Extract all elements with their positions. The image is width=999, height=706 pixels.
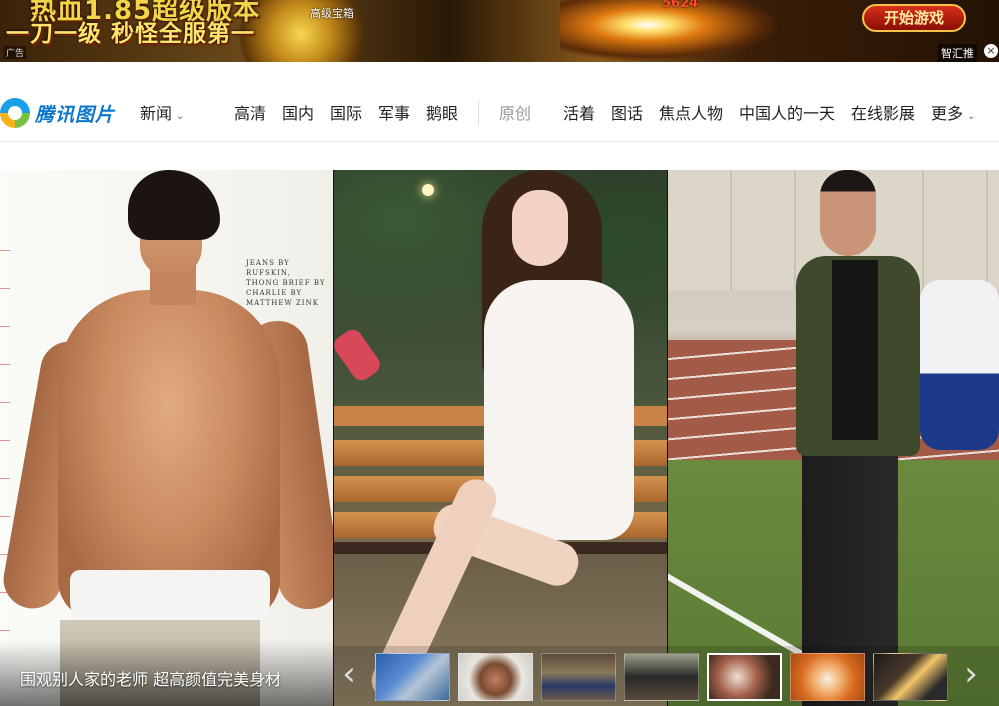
gallery-photo-model[interactable]: JEANS BY RUFSKIN, THONG BRIEF BY CHARLIE…	[0, 170, 333, 706]
nav-item-military[interactable]: 军事	[378, 104, 410, 124]
start-game-button[interactable]: 开始游戏	[862, 4, 966, 32]
ad-headline-main: 一刀一级 秒怪全服第一	[6, 21, 256, 47]
photo-credit-text: JEANS BY RUFSKIN, THONG BRIEF BY CHARLIE…	[246, 259, 326, 307]
nav-news-dropdown[interactable]: 新闻 ⌄	[140, 104, 184, 127]
thumbnail-6[interactable]	[790, 653, 865, 701]
nav-news-label: 新闻	[140, 104, 173, 123]
nav-item-a-day-in-china[interactable]: 中国人的一天	[739, 104, 835, 124]
site-logo[interactable]: 腾讯图片	[0, 98, 115, 128]
photo-shape	[128, 170, 220, 240]
nav-item-goose-eye[interactable]: 鹅眼	[426, 104, 458, 124]
thumbnail-3[interactable]	[541, 653, 616, 701]
main-nav: 腾讯图片 新闻 ⌄ 高清 国内 国际 军事 鹅眼 原创 活着 图话 焦点人物 中国…	[0, 62, 999, 142]
nav-item-alive[interactable]: 活着	[563, 104, 595, 124]
nav-item-original[interactable]: 原创	[499, 104, 531, 124]
nav-divider	[478, 100, 479, 126]
thumbnail-5-active[interactable]	[707, 653, 782, 701]
gallery-photo-track-teacher[interactable]	[668, 170, 999, 706]
nav-more-label: 更多	[931, 104, 964, 123]
ad-close-icon[interactable]: ×	[984, 44, 998, 58]
treasure-label: 高级宝箱	[310, 7, 354, 20]
gallery-caption[interactable]: 围观别人家的老师 超高颜值完美身材	[20, 666, 281, 690]
thumbnail-7[interactable]	[873, 653, 948, 701]
photo-shape	[512, 190, 568, 266]
thumbnail-2[interactable]	[458, 653, 533, 701]
photo-shape	[820, 170, 876, 256]
nav-more-dropdown[interactable]: 更多 ⌄	[931, 104, 975, 127]
chevron-down-icon: ⌄	[176, 111, 185, 122]
ad-tag: 广告	[4, 46, 27, 59]
nav-item-photo-talk[interactable]: 图话	[611, 104, 643, 124]
gallery-photo-bench-girl[interactable]	[334, 170, 667, 706]
nav-item-hd[interactable]: 高清	[234, 104, 266, 124]
nav-item-online-exhibition[interactable]: 在线影展	[851, 104, 915, 124]
photo-shape	[422, 184, 434, 196]
damage-number: 5624	[662, 0, 699, 11]
thumbnail-4[interactable]	[624, 653, 699, 701]
ad-banner[interactable]: 热血1.85超级版本 一刀一级 秒怪全服第一 广告 高级宝箱 5624 开始游戏…	[0, 0, 999, 62]
photo-gallery: JEANS BY RUFSKIN, THONG BRIEF BY CHARLIE…	[0, 170, 999, 706]
photo-shape	[484, 280, 634, 540]
photo-shape	[920, 280, 999, 450]
chevron-down-icon: ⌄	[967, 111, 976, 122]
ad-brand-label: 智汇推	[938, 44, 977, 62]
photo-shape	[832, 260, 878, 440]
chevron-left-icon[interactable]: ‹	[334, 654, 364, 698]
logo-text: 腾讯图片	[35, 103, 116, 126]
thumbnail-1[interactable]	[375, 653, 450, 701]
chevron-right-icon[interactable]: ›	[956, 654, 986, 698]
nav-item-international[interactable]: 国际	[330, 104, 362, 124]
nav-item-domestic[interactable]: 国内	[282, 104, 314, 124]
nav-item-focus-people[interactable]: 焦点人物	[659, 104, 723, 124]
tencent-logo-icon	[0, 98, 30, 128]
